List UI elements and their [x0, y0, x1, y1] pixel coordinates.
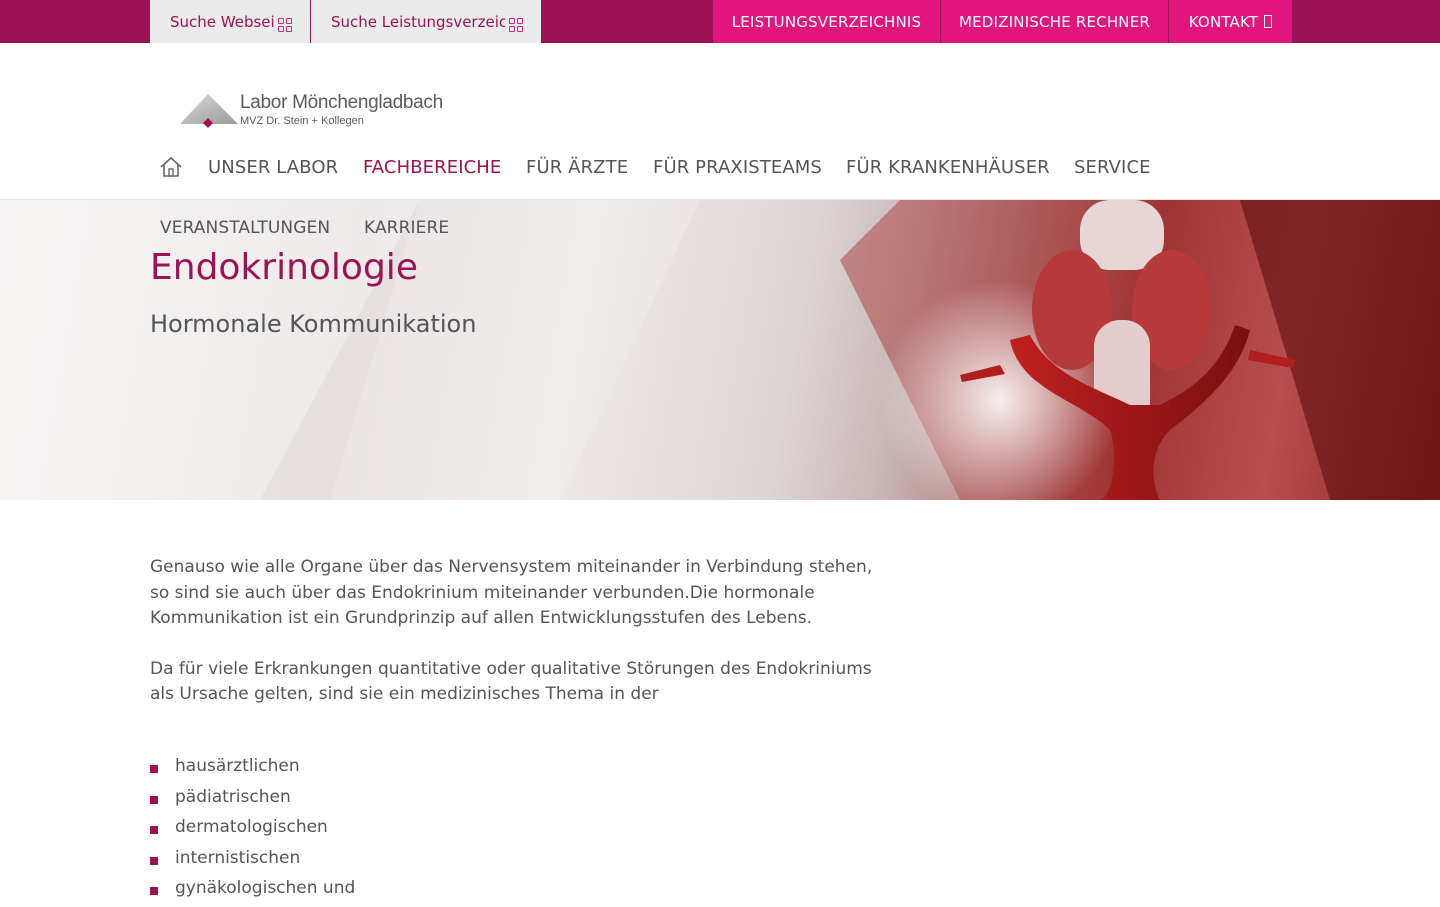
list-item: dermatologischen — [150, 815, 355, 846]
nav-fuer-aerzte[interactable]: FÜR ÄRZTE — [526, 157, 628, 178]
logo-title: Labor Mönchengladbach — [240, 92, 443, 113]
search-website-input[interactable]: Suche Webseite — [150, 0, 310, 43]
list-item-label: dermatologischen — [175, 817, 328, 837]
bullet-square-icon — [150, 765, 158, 773]
nav-fuer-krankenhaeuser[interactable]: FÜR KRANKENHÄUSER — [846, 157, 1050, 178]
hero-banner — [0, 200, 1440, 500]
nav-service[interactable]: SERVICE — [1074, 157, 1151, 178]
list-item: hausärztlichen — [150, 754, 355, 785]
nav-karriere[interactable]: KARRIERE — [364, 218, 449, 238]
logo-subtitle: MVZ Dr. Stein + Kollegen — [240, 115, 364, 127]
list-item-label: gynäkologischen und — [175, 878, 356, 898]
search-leistungsverzeichnis-input[interactable]: Suche Leistungsverzeichnis — [311, 0, 541, 43]
top-link-medizinische-rechner[interactable]: MEDIZINISCHE RECHNER — [941, 0, 1168, 43]
nav-veranstaltungen[interactable]: VERANSTALTUNGEN — [160, 218, 330, 238]
bullet-square-icon — [150, 887, 158, 895]
top-link-leistungsverzeichnis[interactable]: LEISTUNGSVERZEICHNIS — [713, 0, 940, 43]
grid-icon[interactable] — [278, 16, 294, 32]
top-link-label: MEDIZINISCHE RECHNER — [958, 12, 1151, 31]
page-subtitle: Hormonale Kommunikation — [150, 310, 477, 338]
home-icon[interactable] — [159, 156, 183, 178]
box-icon — [1264, 15, 1273, 28]
nav-unser-labor[interactable]: UNSER LABOR — [208, 157, 338, 178]
bullet-square-icon — [150, 856, 158, 865]
list-item: pädiatrischen — [150, 785, 355, 816]
grid-icon[interactable] — [509, 16, 525, 32]
page-title: Endokrinologie — [150, 247, 418, 288]
list-item-label: hausärztlichen — [175, 756, 300, 776]
list-item: gynäkologischen und — [150, 876, 355, 907]
list-item-label: pädiatrischen — [175, 786, 291, 807]
bullet-square-icon — [150, 795, 158, 804]
content-paragraph: Genauso wie alle Organe über das Nervens… — [150, 557, 873, 629]
thyroid-illustration — [0, 200, 1440, 500]
search-website-placeholder: Suche Webseite — [170, 12, 274, 31]
logo[interactable]: Labor Mönchengladbach MVZ Dr. Stein + Ko… — [178, 88, 458, 132]
search-leistungsverzeichnis-placeholder: Suche Leistungsverzeichnis — [331, 12, 505, 31]
bullet-square-icon — [150, 826, 158, 834]
top-link-label: KONTAKT — [1188, 12, 1259, 31]
top-link-label: LEISTUNGSVERZEICHNIS — [731, 12, 922, 31]
nav-fachbereiche[interactable]: FACHBEREICHE — [363, 157, 501, 178]
nav-fuer-praxisteams[interactable]: FÜR PRAXISTEAMS — [653, 157, 822, 178]
list-item: internistischen — [150, 846, 355, 877]
list-item-label: internistischen — [175, 847, 301, 868]
top-link-kontakt[interactable]: KONTAKT — [1169, 0, 1292, 43]
content-paragraph: Da für viele Erkrankungen quantitative o… — [150, 658, 872, 705]
logo-mark-icon — [180, 94, 238, 128]
specialty-list: hausärztlichen pädiatrischen dermatologi… — [150, 754, 355, 907]
main-content: Genauso wie alle Organe über das Nervens… — [150, 555, 880, 733]
